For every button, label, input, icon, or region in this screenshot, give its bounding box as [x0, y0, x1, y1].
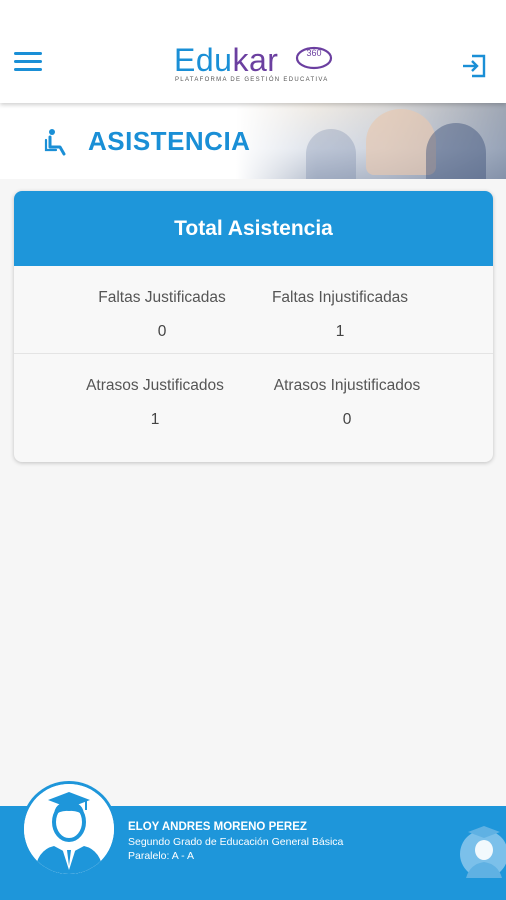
atrasos-row: Atrasos Justificados 1 Atrasos Injustifi… — [14, 353, 493, 441]
wheelchair-seat-icon — [44, 129, 66, 156]
card-title: Total Asistencia — [14, 191, 493, 266]
atrasos-injustificados-stat: Atrasos Injustificados 0 — [262, 376, 432, 430]
student-info: ELOY ANDRES MORENO PEREZ Segundo Grado d… — [128, 820, 343, 863]
logout-button[interactable] — [460, 52, 488, 80]
faltas-row: Faltas Justificadas 0 Faltas Injustifica… — [14, 266, 493, 353]
atrasos-justificados-stat: Atrasos Justificados 1 — [74, 376, 236, 430]
hamburger-menu-icon-bar — [14, 60, 42, 63]
svg-text:360: 360 — [306, 48, 321, 58]
faltas-justificadas-label: Faltas Justificadas — [98, 289, 226, 306]
faltas-injustificadas-value: 1 — [335, 323, 345, 340]
student-grade: Segundo Grado de Educación General Básic… — [128, 836, 344, 848]
hamburger-menu-icon — [14, 52, 42, 55]
student-avatar[interactable] — [24, 784, 114, 874]
atrasos-justificados-value: 1 — [150, 411, 160, 428]
banner-photo — [236, 103, 506, 179]
student-paralelo: Paralelo: A - A — [128, 850, 194, 862]
atrasos-injustificados-value: 0 — [342, 411, 352, 428]
faltas-injustificadas-label: Faltas Injustificadas — [271, 289, 409, 306]
hamburger-menu-icon-bar — [14, 68, 42, 71]
graduate-watermark-icon — [460, 826, 506, 878]
page-title: ASISTENCIA — [88, 126, 251, 156]
graduate-avatar-icon — [24, 784, 114, 874]
logout-icon — [463, 54, 486, 78]
app-header: Edukar 360 PLATAFORMA DE GESTIÓN EDUCATI… — [0, 0, 506, 103]
faltas-justificadas-value: 0 — [157, 323, 167, 340]
section-banner: ASISTENCIA — [0, 103, 506, 179]
edukar-logo: Edukar 360 PLATAFORMA DE GESTIÓN EDUCATI… — [174, 40, 344, 90]
faltas-justificadas-stat: Faltas Justificadas 0 — [88, 288, 236, 342]
logo-text-edu: Edu — [174, 42, 233, 78]
logo-text: Edukar — [174, 40, 278, 80]
atrasos-injustificados-label: Atrasos Injustificados — [273, 377, 421, 394]
faltas-injustificadas-stat: Faltas Injustificadas 1 — [262, 288, 418, 342]
attendance-summary-card: Total Asistencia Faltas Justificadas 0 F… — [14, 191, 493, 462]
logo-360-badge: 360 — [295, 46, 333, 70]
logo-subtitle: PLATAFORMA DE GESTIÓN EDUCATIVA — [175, 77, 329, 83]
student-name: ELOY ANDRES MORENO PEREZ — [128, 821, 307, 833]
logo-text-kar: kar — [232, 42, 279, 78]
atrasos-justificados-label: Atrasos Justificados — [86, 377, 224, 394]
menu-button[interactable] — [14, 52, 42, 76]
